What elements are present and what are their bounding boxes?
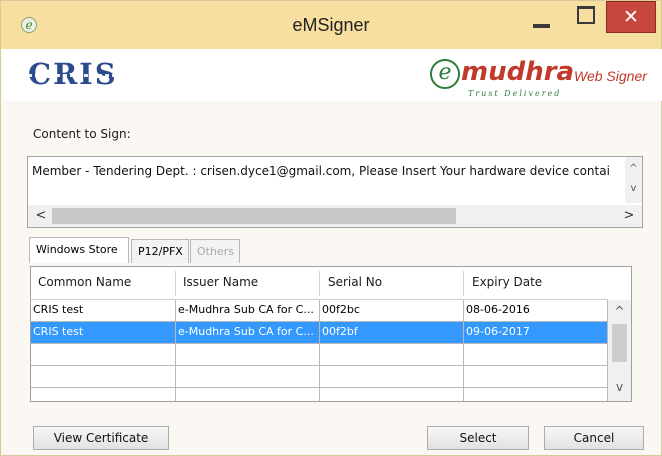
close-icon: ✕ xyxy=(623,6,639,28)
column-gridline xyxy=(175,300,176,401)
column-header-issuer-name[interactable]: Issuer Name xyxy=(183,275,258,289)
content-to-sign-text[interactable]: Member - Tendering Dept. : crisen.dyce1@… xyxy=(32,164,610,178)
column-gridline xyxy=(463,300,464,401)
cancel-button[interactable]: Cancel xyxy=(544,426,644,450)
window-title: eMSigner xyxy=(292,15,370,35)
tab-others: Others xyxy=(190,239,240,263)
column-gridline xyxy=(319,300,320,401)
minimize-button[interactable] xyxy=(521,2,561,30)
content-vertical-scrollbar[interactable]: ^ v xyxy=(625,157,642,203)
header-banner: CRIS e mudhra Trust Delivered Web Signer xyxy=(2,49,662,101)
cris-logo: CRIS xyxy=(28,57,118,91)
close-button[interactable]: ✕ xyxy=(606,1,656,33)
view-certificate-button[interactable]: View Certificate xyxy=(33,426,169,450)
web-signer-label: Web Signer xyxy=(574,68,647,84)
scroll-right-icon[interactable]: > xyxy=(618,208,640,223)
certificate-table[interactable]: Common Name Issuer Name Serial No Expiry… xyxy=(30,266,632,402)
table-header: Common Name Issuer Name Serial No Expiry… xyxy=(31,267,608,300)
minimize-icon xyxy=(533,24,550,28)
scroll-down-icon[interactable]: v xyxy=(625,183,642,194)
scroll-up-icon[interactable]: ^ xyxy=(608,304,631,318)
column-header-serial-no[interactable]: Serial No xyxy=(328,275,382,289)
cell-issuer-name: e-Mudhra Sub CA for C... xyxy=(178,303,314,316)
content-to-sign-box[interactable]: Member - Tendering Dept. : crisen.dyce1@… xyxy=(27,156,643,228)
emudhra-logo: e mudhra Trust Delivered Web Signer xyxy=(430,57,652,101)
emsigner-window: e eMSigner ✕ CRIS e mudhra Trust Deliver… xyxy=(0,0,662,456)
content-horizontal-scrollbar[interactable]: < > xyxy=(28,205,642,227)
tab-p12-pfx[interactable]: P12/PFX xyxy=(131,239,189,263)
scroll-down-icon[interactable]: v xyxy=(608,380,631,394)
column-header-expiry-date[interactable]: Expiry Date xyxy=(472,275,542,289)
vertical-scroll-thumb[interactable] xyxy=(612,324,627,362)
cell-common-name: CRIS test xyxy=(33,303,84,316)
cell-issuer-name: e-Mudhra Sub CA for C... xyxy=(178,325,314,338)
emudhra-brand: mudhra xyxy=(461,57,575,87)
table-vertical-scrollbar[interactable]: ^ v xyxy=(608,300,631,401)
tab-windows-store[interactable]: Windows Store xyxy=(29,237,129,263)
scroll-up-icon[interactable]: ^ xyxy=(625,163,642,174)
column-divider[interactable] xyxy=(319,271,320,296)
cell-expiry-date: 09-06-2017 xyxy=(466,325,530,338)
column-header-common-name[interactable]: Common Name xyxy=(38,275,131,289)
select-button[interactable]: Select xyxy=(427,426,529,450)
emudhra-e-icon: e xyxy=(430,59,460,89)
maximize-icon xyxy=(577,6,595,24)
cell-serial-no: 00f2bc xyxy=(322,303,360,316)
scroll-left-icon[interactable]: < xyxy=(30,208,52,223)
horizontal-scroll-thumb[interactable] xyxy=(52,208,456,224)
column-divider[interactable] xyxy=(175,271,176,296)
emudhra-tagline: Trust Delivered xyxy=(468,89,562,98)
cell-serial-no: 00f2bf xyxy=(322,325,358,338)
cell-expiry-date: 08-06-2016 xyxy=(466,303,530,316)
cell-common-name: CRIS test xyxy=(33,325,84,338)
column-divider[interactable] xyxy=(463,271,464,296)
content-to-sign-label: Content to Sign: xyxy=(33,127,131,141)
maximize-button[interactable] xyxy=(569,2,603,30)
title-bar[interactable]: e eMSigner ✕ xyxy=(1,1,661,49)
